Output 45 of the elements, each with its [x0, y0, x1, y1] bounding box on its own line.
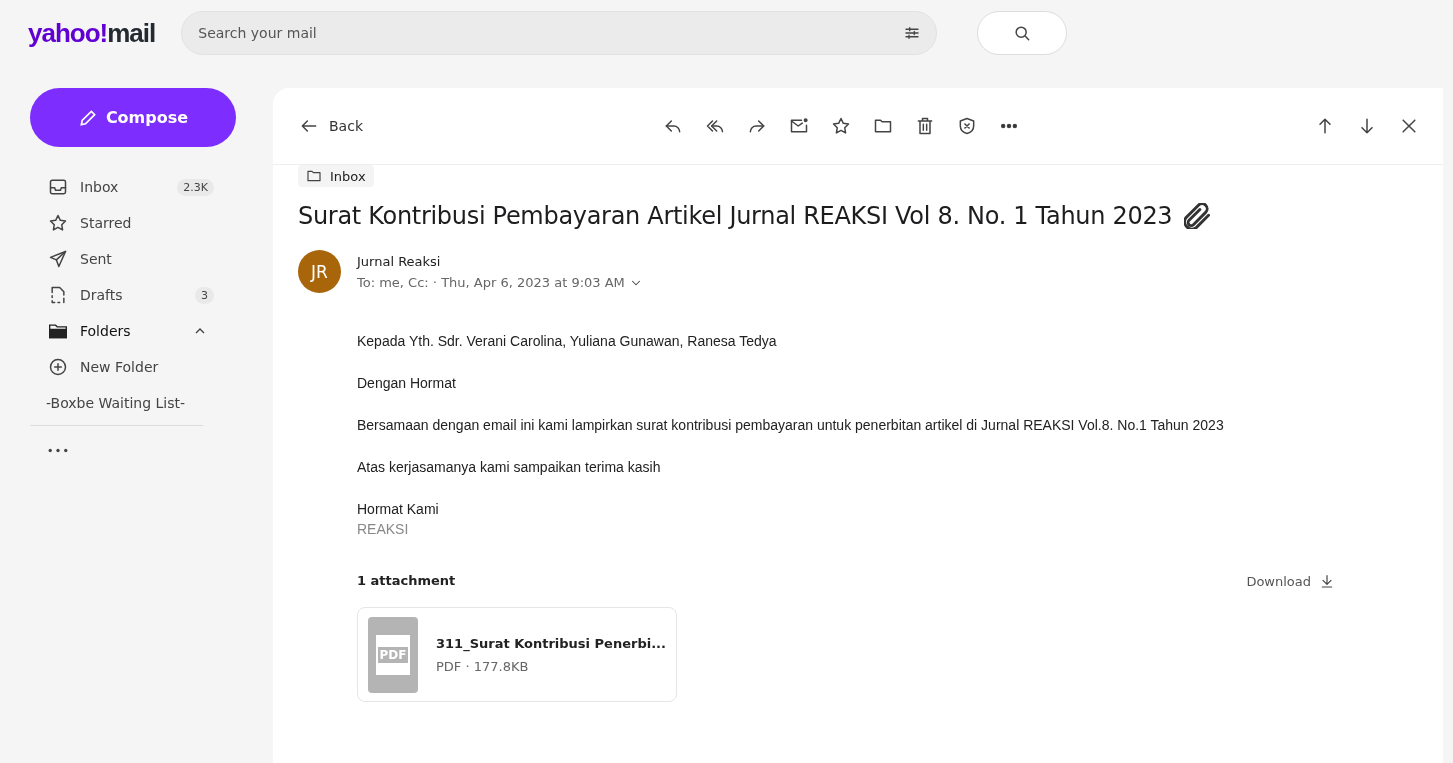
inbox-icon — [48, 177, 68, 197]
envelope-dot-icon — [789, 116, 809, 136]
body-text: Dengan Hormat — [357, 375, 457, 391]
sender-avatar: JR — [298, 250, 341, 293]
pencil-icon — [77, 107, 98, 128]
pdf-file-icon: PDF — [368, 616, 418, 693]
attachment-card[interactable]: PDF 311_Surat Kontribusi Penerbi... PDF · 177.8KB — [357, 607, 677, 702]
draft-page-icon — [48, 285, 68, 305]
body-text: Hormat Kami — [357, 501, 440, 517]
folder-item[interactable]: -Boxbe Waiting List- — [30, 385, 216, 421]
file-name: 311_Surat Kontribusi Penerbi... — [436, 635, 666, 651]
sidebar-item[interactable]: Drafts — [80, 287, 183, 303]
body-text: Kepada Yth. Sdr. Verani Carolina, Yuliana Gunawan, Ranesa Tedya — [357, 333, 778, 349]
body-text: Bersamaan dengan email ini kami lampirkan surat kontribusi pembayaran untuk penerbitan artikel di Jurnal REAKSI Vol.8. No.1 Tahun 2023 — [357, 417, 1225, 433]
folder-icon — [306, 168, 322, 184]
unread-count: 3 — [195, 286, 214, 304]
logo[interactable]: yahoo!mail — [28, 17, 156, 49]
trash-icon — [915, 116, 935, 136]
plus-circle-icon — [48, 357, 68, 377]
more-icon[interactable] — [48, 448, 68, 453]
attachment-count: 1 attachment — [357, 573, 456, 589]
back-button[interactable]: Back — [299, 116, 659, 136]
compose-button[interactable]: Compose — [30, 88, 236, 147]
download-icon — [1319, 573, 1335, 589]
search-field[interactable]: Search your mail — [181, 11, 938, 55]
download-button[interactable]: Download — [1246, 573, 1335, 589]
paper-plane-icon — [48, 249, 68, 269]
sidebar-item[interactable]: Sent — [80, 251, 216, 267]
folder-chip[interactable]: Inbox — [298, 165, 374, 187]
filter-sliders-icon — [903, 24, 922, 42]
body-text: REAKSI — [357, 521, 410, 537]
sidebar-item[interactable]: Inbox — [80, 179, 166, 195]
shield-x-icon — [957, 116, 977, 136]
sidebar-item[interactable]: Starred — [80, 215, 216, 231]
email-subject: Surat Kontribusi Pembayaran Artikel Jurnal REAKSI Vol 8. No. 1 Tahun 2023 — [298, 202, 1173, 230]
star-icon — [48, 213, 68, 233]
star-icon — [831, 116, 851, 136]
sender-name: Jurnal Reaksi — [357, 254, 442, 269]
recipients-date: To: me, Cc: · Thu, Apr 6, 2023 at 9:03 AM — [357, 275, 625, 290]
body-text: Atas kerjasamanya kami sampaikan terima kasih — [357, 459, 662, 475]
folder-icon — [873, 116, 893, 136]
sidebar-item[interactable]: New Folder — [80, 359, 216, 375]
file-meta: PDF · 177.8KB — [436, 658, 530, 674]
unread-count: 2.3K — [177, 178, 214, 196]
sidebar-item[interactable]: Folders — [80, 323, 180, 339]
